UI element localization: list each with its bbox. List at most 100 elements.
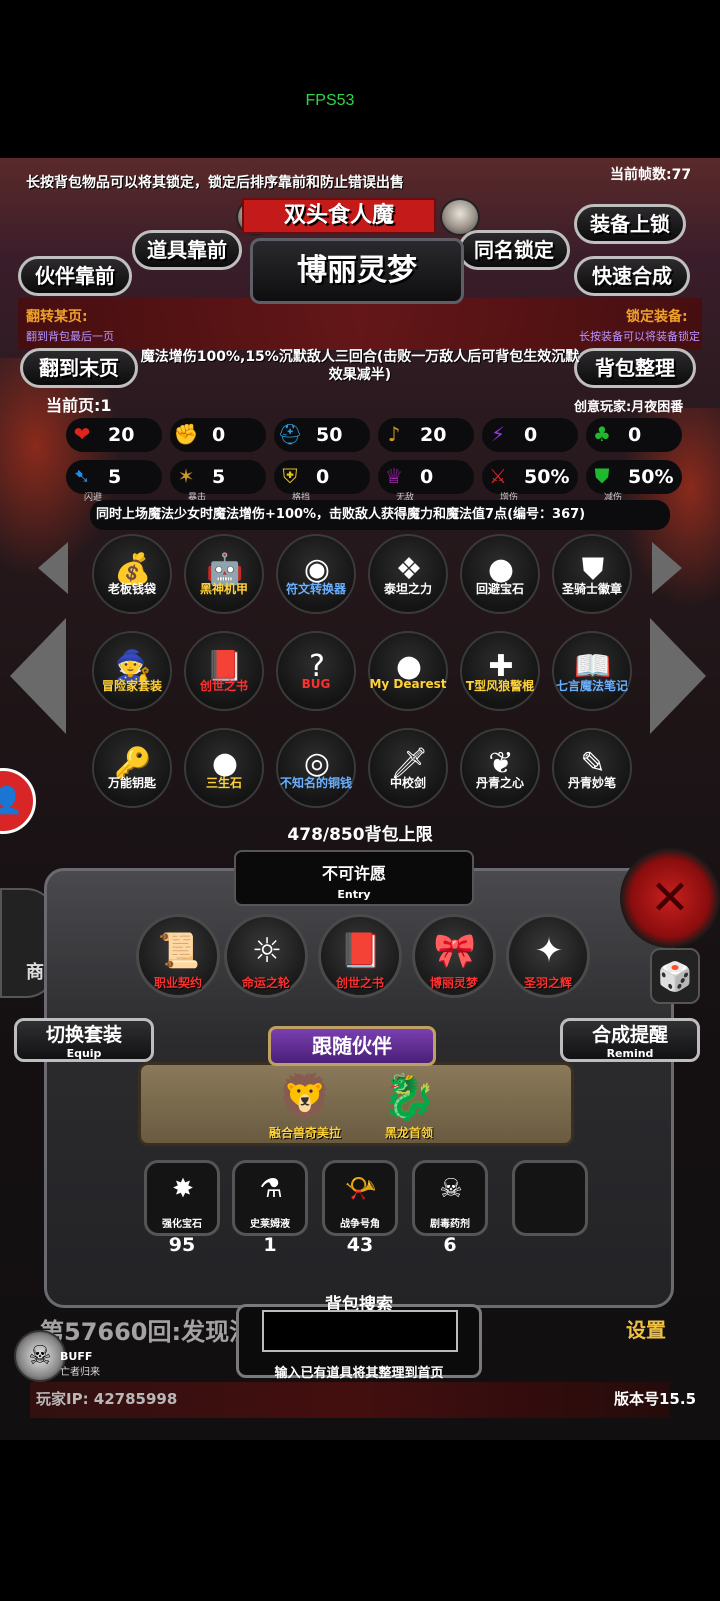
current-page: 当前页:1 bbox=[46, 396, 112, 415]
equipped-item-icon: ✦ bbox=[534, 931, 564, 971]
stat-value: 20 bbox=[420, 424, 447, 446]
wish-sub: Entry bbox=[337, 888, 371, 901]
stat-9: ♕ 0 无敌 bbox=[378, 460, 474, 503]
character-name-plate: 博丽灵梦 bbox=[250, 238, 464, 304]
dice-icon[interactable]: 🎲 bbox=[650, 948, 700, 1004]
consumable-count: 6 bbox=[443, 1234, 457, 1256]
item-label: 圣骑士徽章 bbox=[561, 582, 622, 596]
stat-value: 5 bbox=[212, 466, 226, 488]
stat-0: ❤ 20 bbox=[66, 418, 162, 452]
consumable-count: 1 bbox=[263, 1234, 277, 1256]
shop-label: 商 bbox=[26, 962, 44, 983]
next-page-arrow-icon[interactable] bbox=[650, 618, 706, 734]
consumable-name: 强化宝石 bbox=[162, 1219, 202, 1230]
boss-name-banner: 双头食人魔 bbox=[242, 198, 436, 234]
quick-merge-button[interactable]: 快速合成 bbox=[574, 256, 690, 296]
last-page-button[interactable]: 翻到末页 bbox=[20, 348, 138, 388]
dodge-icon: ➷ bbox=[73, 464, 91, 488]
consumable-slot[interactable]: 📯 战争号角 bbox=[322, 1160, 398, 1236]
merge-remind-button[interactable]: 合成提醒 Remind bbox=[560, 1018, 700, 1062]
inventory-slot[interactable]: ● bbox=[368, 631, 448, 711]
stat-7: ✶ 5 暴击 bbox=[170, 460, 266, 503]
merge-remind-sub: Remind bbox=[606, 1047, 654, 1060]
strength-icon: ✊ bbox=[173, 422, 199, 446]
consumable-count: 95 bbox=[168, 1234, 196, 1256]
inventory-slot[interactable]: ❦ bbox=[460, 728, 540, 808]
stat-10: ⚔ 50% 增伤 bbox=[482, 460, 578, 503]
wish-title: 不可许愿 bbox=[321, 864, 386, 883]
inventory-slot[interactable]: 🤖 bbox=[184, 534, 264, 614]
item-label: 七言魔法笔记 bbox=[555, 679, 628, 693]
consumable-name: 史莱姆液 bbox=[250, 1219, 290, 1230]
player-ip: 玩家IP: 42785998 bbox=[36, 1390, 178, 1408]
set-description: 同时上场魔法少女时魔法增伤+100%，击败敌人获得魔力和魔法值7点(编号：367… bbox=[90, 500, 670, 530]
pet-sprite-icon[interactable]: 🦁 bbox=[270, 1066, 340, 1128]
helmet-icon: ⛑ bbox=[277, 422, 303, 446]
equipped-label: 圣羽之辉 bbox=[523, 976, 572, 990]
stat-4: ⚡ 0 bbox=[482, 418, 578, 452]
stat-value: 0 bbox=[316, 466, 330, 488]
inventory-slot[interactable]: ? bbox=[276, 631, 356, 711]
consumable-name: 战争号角 bbox=[340, 1219, 380, 1230]
pet-label: 黑龙首领 bbox=[384, 1126, 433, 1140]
game-screen: 长按背包物品可以将其锁定，锁定后排序靠前和防止错误出售 当前帧数:77 双头食人… bbox=[0, 158, 720, 1440]
stat-2: ⛑ 50 bbox=[274, 418, 370, 452]
buff-sub: 亡者归来 bbox=[60, 1367, 100, 1378]
organize-button[interactable]: 背包整理 bbox=[574, 348, 696, 388]
consumable-slot[interactable]: ✸ 强化宝石 bbox=[144, 1160, 220, 1236]
consumable-icon: ⚗ bbox=[259, 1174, 283, 1204]
equipped-label: 命运之轮 bbox=[241, 976, 290, 990]
inventory-slot[interactable]: 🗡 bbox=[368, 728, 448, 808]
prev-page-arrow-icon[interactable] bbox=[10, 618, 66, 734]
frame-count: 当前帧数:77 bbox=[610, 167, 692, 183]
switch-equip-label: 切换套装 bbox=[45, 1024, 122, 1046]
switch-equip-button[interactable]: 切换套装 Equip bbox=[14, 1018, 154, 1062]
inventory-slot[interactable]: ◎ bbox=[276, 728, 356, 808]
next-page-small-arrow-icon[interactable] bbox=[652, 542, 682, 594]
stat-value: 50 bbox=[316, 424, 343, 446]
flip-page-title: 翻转某页: bbox=[26, 309, 88, 325]
merge-remind-label: 合成提醒 bbox=[591, 1024, 668, 1046]
item-front-button[interactable]: 道具靠前 bbox=[132, 230, 242, 270]
search-input[interactable] bbox=[262, 1310, 458, 1352]
equipped-label: 博丽灵梦 bbox=[429, 976, 478, 990]
clover-icon: ♣ bbox=[593, 422, 611, 446]
inventory-slot[interactable]: 📕 bbox=[184, 631, 264, 711]
inventory-slot[interactable]: ◉ bbox=[276, 534, 356, 614]
inventory-slot[interactable]: 🔑 bbox=[92, 728, 172, 808]
inventory-slot[interactable]: ✎ bbox=[552, 728, 632, 808]
lock-equip-sub: 长按装备可以将装备锁定 bbox=[579, 330, 700, 343]
search-hint: 输入已有道具将其整理到首页 bbox=[274, 1366, 444, 1381]
equip-lock-button[interactable]: 装备上锁 bbox=[574, 204, 686, 244]
empty-consumable-slot[interactable] bbox=[512, 1160, 588, 1236]
same-name-lock-button[interactable]: 同名锁定 bbox=[458, 230, 570, 270]
close-icon[interactable]: ✕ bbox=[620, 848, 720, 948]
prev-page-small-arrow-icon[interactable] bbox=[38, 542, 68, 594]
block-icon: ⛨ bbox=[282, 464, 298, 488]
inventory-slot[interactable]: ⛊ bbox=[552, 534, 632, 614]
inventory-slot[interactable]: ● bbox=[460, 534, 540, 614]
consumable-slot[interactable]: ☠ 剧毒药剂 bbox=[412, 1160, 488, 1236]
inventory-slot[interactable]: ❖ bbox=[368, 534, 448, 614]
inventory-slot[interactable]: 📖 bbox=[552, 631, 632, 711]
invincible-icon: ♕ bbox=[385, 464, 403, 488]
character-description: 魔法增伤100%,15%沉默敌人三回合(击败一万敌人后可背包生效沉默效果减半) bbox=[140, 349, 580, 383]
equipped-item-icon: 📜 bbox=[157, 931, 201, 971]
settings-button[interactable]: 设置 bbox=[626, 1314, 666, 1343]
inventory-slot[interactable]: ✚ bbox=[460, 631, 540, 711]
wish-entry[interactable]: 不可许愿 Entry bbox=[234, 850, 474, 906]
inventory-slot[interactable]: 💰 bbox=[92, 534, 172, 614]
buff-skull-icon[interactable]: ☠ bbox=[14, 1330, 66, 1382]
round-ticker: 第57660回:发现沉 bbox=[40, 1318, 254, 1346]
inventory-slot[interactable]: 🧙 bbox=[92, 631, 172, 711]
stat-8: ⛨ 0 格挡 bbox=[274, 460, 370, 503]
stat-value: 0 bbox=[212, 424, 226, 446]
partner-front-button[interactable]: 伙伴靠前 bbox=[18, 256, 132, 296]
equipped-label: 职业契约 bbox=[153, 976, 202, 990]
pet-sprite-icon[interactable]: 🐉 bbox=[374, 1066, 444, 1128]
consumable-slot[interactable]: ⚗ 史莱姆液 bbox=[232, 1160, 308, 1236]
consumable-icon: ☠ bbox=[439, 1174, 463, 1204]
stat-value: 50% bbox=[524, 466, 570, 488]
pet-label: 融合兽奇美拉 bbox=[268, 1126, 341, 1140]
inventory-slot[interactable]: ● bbox=[184, 728, 264, 808]
